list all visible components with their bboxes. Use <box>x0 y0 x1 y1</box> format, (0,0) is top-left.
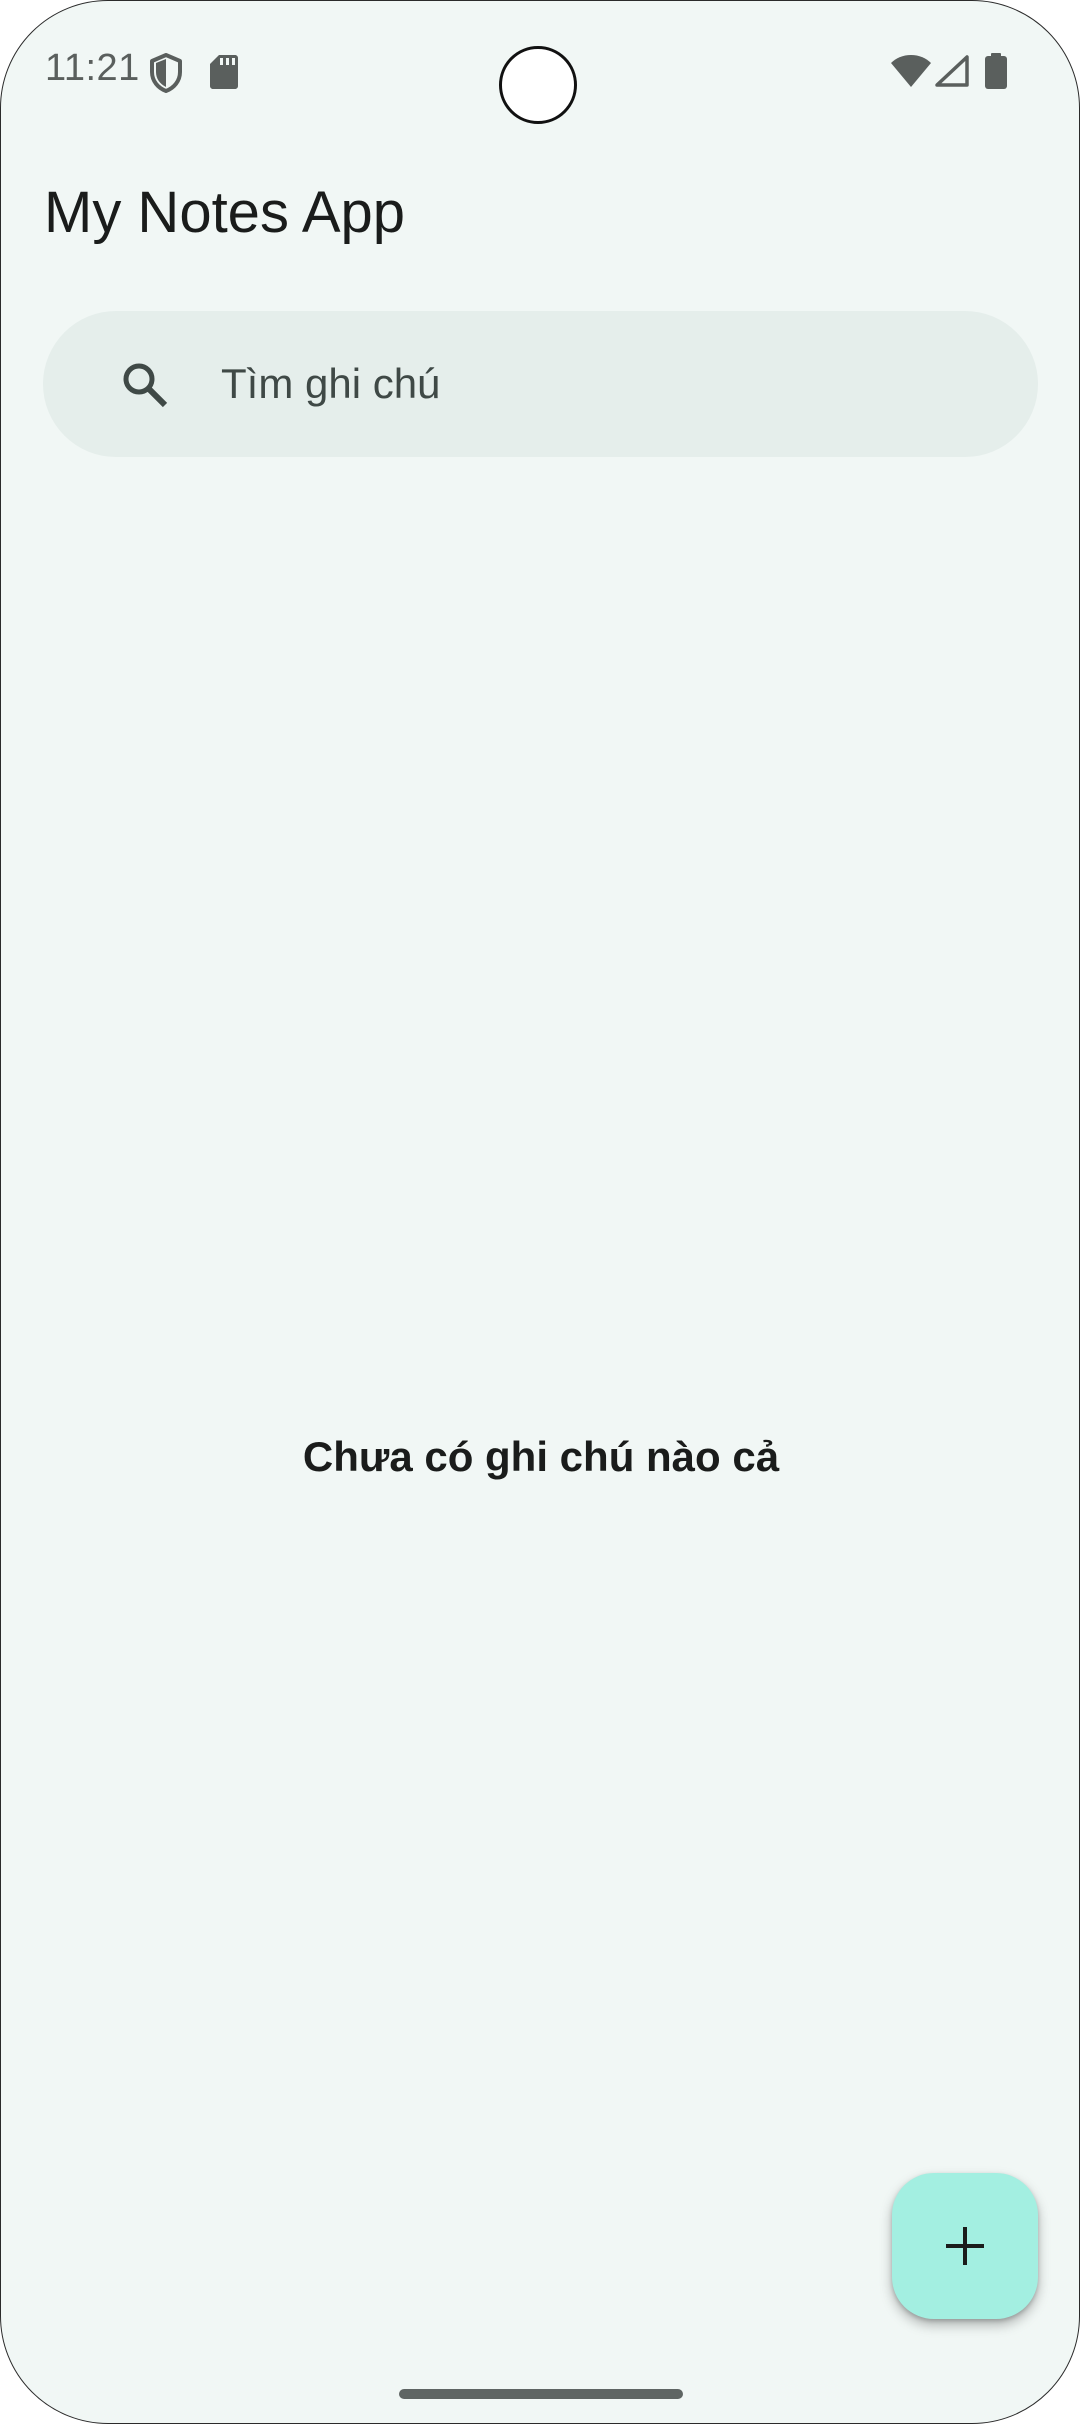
plus-icon <box>944 2225 986 2267</box>
empty-state-message: Chưa có ghi chú nào cả <box>302 1433 780 1480</box>
front-camera <box>499 46 577 124</box>
add-note-button[interactable] <box>892 2173 1038 2319</box>
app-title: My Notes App <box>44 180 406 245</box>
home-indicator[interactable] <box>399 2389 683 2399</box>
wifi-icon <box>891 55 931 92</box>
shield-icon <box>149 53 183 98</box>
search-input[interactable] <box>179 311 999 457</box>
search-bar[interactable] <box>43 311 1038 457</box>
status-bar: 11:21 <box>1 1 1079 141</box>
phone-screen: 11:21 My Notes App Tìm ghi chú Chưa có g… <box>0 0 1080 2424</box>
battery-icon <box>985 53 1007 94</box>
signal-icon <box>935 55 969 92</box>
search-icon <box>121 361 171 411</box>
status-time: 11:21 <box>45 47 140 89</box>
sd-card-icon <box>210 55 238 94</box>
